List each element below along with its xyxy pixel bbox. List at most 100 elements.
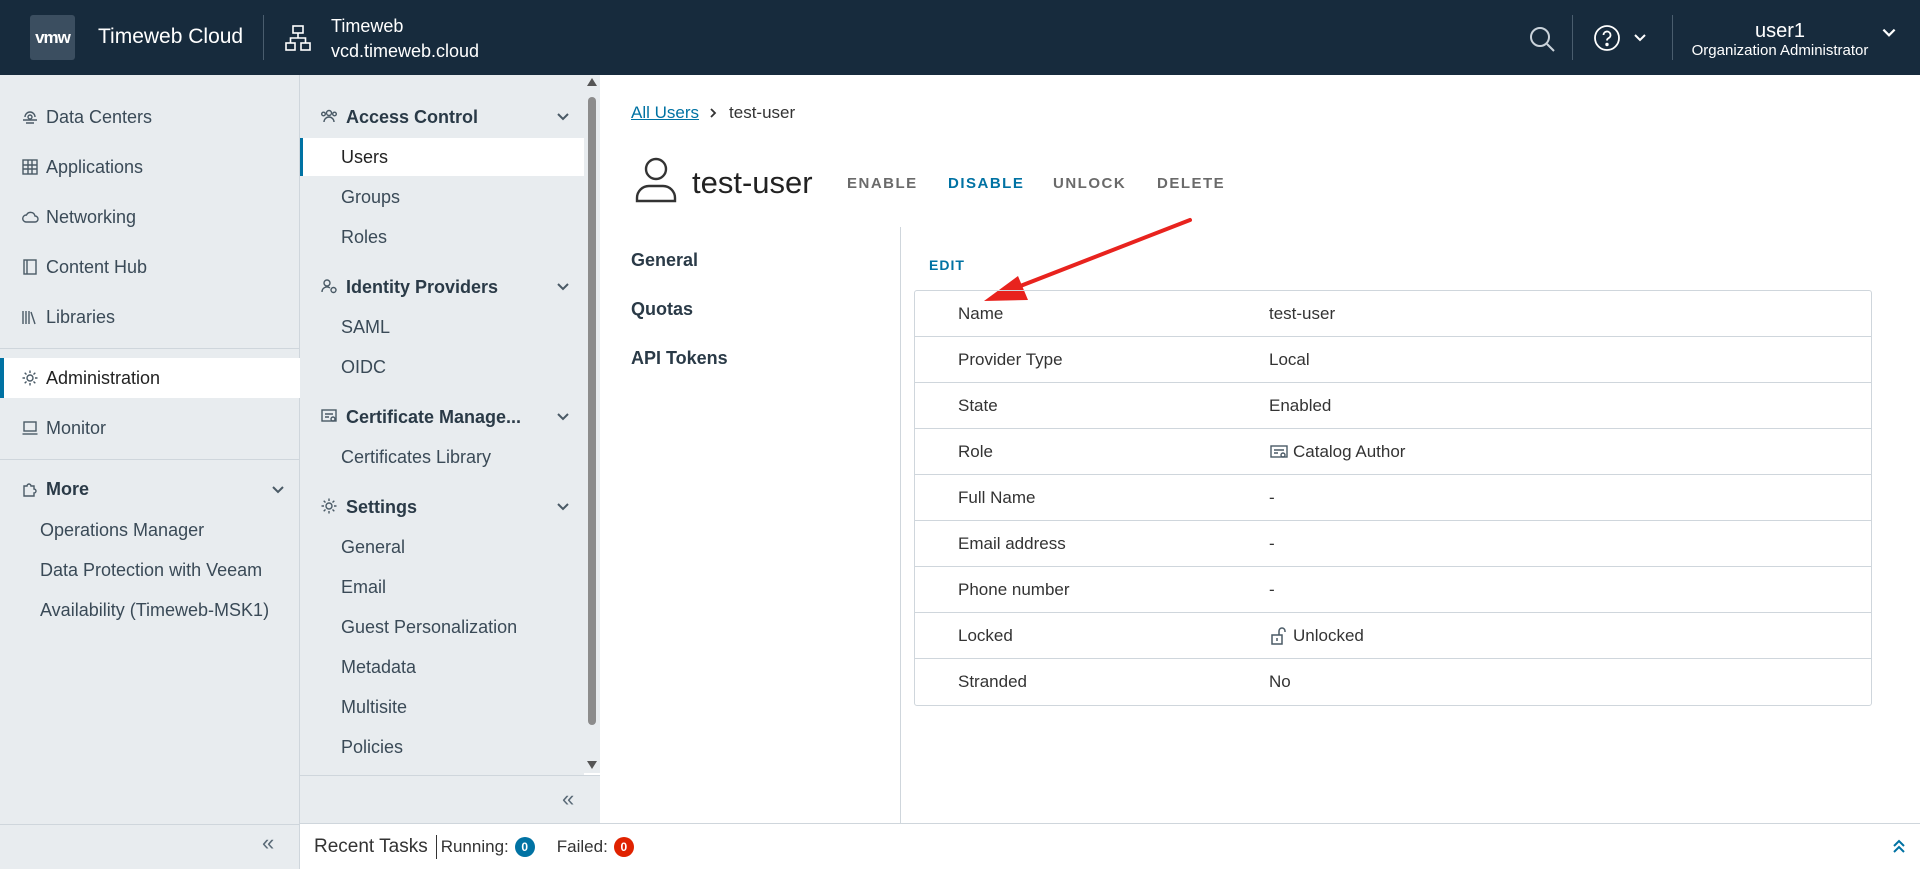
- nav-divider: [0, 348, 300, 349]
- tab-quotas[interactable]: Quotas: [631, 299, 881, 320]
- nav-item-label: Libraries: [46, 306, 116, 327]
- subnav-item-certificates-library[interactable]: Certificates Library: [300, 438, 584, 476]
- libraries-icon: [20, 307, 40, 327]
- property-row-full-name: Full Name -: [915, 475, 1871, 521]
- tab-general[interactable]: General: [631, 250, 881, 271]
- property-value: No: [1269, 672, 1291, 691]
- user-properties-grid: Name test-user Provider Type Local State…: [914, 290, 1872, 706]
- subnav-item-saml[interactable]: SAML: [300, 308, 584, 346]
- subnav-scrollbar[interactable]: [584, 75, 600, 773]
- chevron-down-icon[interactable]: [1632, 30, 1648, 46]
- failed-count-badge[interactable]: 0: [613, 836, 634, 857]
- subnav-item-groups[interactable]: Groups: [300, 178, 584, 216]
- user-menu[interactable]: user1 Organization Administrator: [1690, 20, 1870, 60]
- subnav-item-email[interactable]: Email: [300, 568, 584, 606]
- organization-name[interactable]: Timeweb vcd.timeweb.cloud: [331, 14, 479, 64]
- subnav-item-multisite[interactable]: Multisite: [300, 688, 584, 726]
- property-row-state: State Enabled: [915, 383, 1871, 429]
- nav-item-networking[interactable]: Networking: [0, 197, 300, 237]
- chevron-down-icon[interactable]: [555, 409, 571, 425]
- property-value: Catalog Author: [1269, 442, 1405, 462]
- chevron-down-icon[interactable]: [555, 499, 571, 515]
- breadcrumb-all-users[interactable]: All Users: [631, 103, 699, 123]
- user-icon: [635, 157, 677, 203]
- nav-item-libraries[interactable]: Libraries: [0, 297, 300, 337]
- edit-button[interactable]: EDIT: [929, 257, 965, 273]
- nav-more-label: More: [46, 478, 90, 499]
- unlock-button[interactable]: UNLOCK: [1053, 175, 1126, 192]
- footer-divider: [435, 834, 437, 859]
- primary-nav: Data Centers Applications Networking Con…: [0, 75, 300, 869]
- puzzle-icon: [20, 479, 40, 499]
- enable-button[interactable]: ENABLE: [847, 175, 918, 192]
- scroll-thumb[interactable]: [588, 97, 596, 725]
- property-value: -: [1269, 579, 1275, 599]
- scroll-up-icon[interactable]: [587, 78, 597, 86]
- property-key: Provider Type: [958, 349, 1063, 369]
- role-value: Catalog Author: [1293, 441, 1406, 461]
- subnav-item-guest-personalization[interactable]: Guest Personalization: [300, 608, 584, 646]
- nav-item-label: Applications: [46, 156, 144, 177]
- recent-tasks-title[interactable]: Recent Tasks: [314, 836, 428, 858]
- property-key: State: [958, 395, 998, 415]
- help-icon[interactable]: [1592, 23, 1622, 53]
- identity-provider-icon: [320, 277, 340, 297]
- collapse-nav-icon[interactable]: «: [262, 830, 274, 856]
- nav-item-monitor[interactable]: Monitor: [0, 408, 300, 448]
- subnav-item-oidc[interactable]: OIDC: [300, 348, 584, 386]
- property-row-stranded: Stranded No: [915, 659, 1871, 705]
- recent-tasks-bar[interactable]: Recent Tasks Running: 0 Failed: 0: [300, 823, 1920, 869]
- expand-up-icon[interactable]: [1890, 837, 1908, 855]
- nav-more-toggle[interactable]: More: [0, 469, 300, 509]
- scroll-down-icon[interactable]: [587, 761, 597, 769]
- chevron-down-icon[interactable]: [555, 279, 571, 295]
- property-row-locked: Locked Unlocked: [915, 613, 1871, 659]
- search-icon[interactable]: [1527, 24, 1557, 54]
- nav-item-label: Monitor: [46, 417, 107, 438]
- header-divider: [263, 15, 264, 60]
- property-row-provider-type: Provider Type Local: [915, 337, 1871, 383]
- top-header: vmw Timeweb Cloud Timeweb vcd.timeweb.cl…: [0, 0, 1920, 75]
- certificate-icon: [320, 407, 340, 427]
- running-count-badge[interactable]: 0: [514, 836, 535, 857]
- nav-more-item[interactable]: Operations Manager: [40, 512, 204, 548]
- property-value: Unlocked: [1269, 626, 1364, 646]
- applications-icon: [20, 157, 40, 177]
- disable-button[interactable]: DISABLE: [948, 175, 1024, 192]
- chevron-down-icon[interactable]: [1880, 24, 1898, 42]
- tabs-divider: [900, 227, 901, 867]
- brand-name[interactable]: Timeweb Cloud: [98, 25, 243, 49]
- delete-button[interactable]: DELETE: [1157, 175, 1225, 192]
- tab-api-tokens[interactable]: API Tokens: [631, 348, 881, 369]
- subnav-item-policies[interactable]: Policies: [300, 728, 584, 766]
- subnav-item-general[interactable]: General: [300, 528, 584, 566]
- org-host-label: vcd.timeweb.cloud: [331, 41, 480, 61]
- subnav-item-users[interactable]: Users: [300, 138, 584, 176]
- users-group-icon: [320, 107, 340, 127]
- nav-item-data-centers[interactable]: Data Centers: [0, 97, 300, 137]
- failed-label: Failed:: [556, 836, 608, 856]
- nav-item-content-hub[interactable]: Content Hub: [0, 247, 300, 287]
- gear-icon: [320, 497, 340, 517]
- chevron-down-icon[interactable]: [555, 109, 571, 125]
- subnav-item-roles[interactable]: Roles: [300, 218, 584, 256]
- property-key: Name: [958, 303, 1004, 323]
- breadcrumb: All Users test-user: [631, 103, 795, 123]
- nav-item-administration[interactable]: Administration: [0, 358, 300, 398]
- nav-divider: [0, 824, 300, 825]
- subnav-footer: «: [300, 775, 600, 823]
- nav-item-label: Networking: [46, 206, 137, 227]
- subnav-item-metadata[interactable]: Metadata: [300, 648, 584, 686]
- content-hub-icon: [20, 257, 40, 277]
- nav-item-applications[interactable]: Applications: [0, 147, 300, 187]
- cloud-icon: [20, 207, 40, 227]
- property-key: Full Name: [958, 487, 1036, 507]
- nav-more-item[interactable]: Availability (Timeweb-MSK1): [40, 592, 269, 628]
- unlock-icon: [1269, 626, 1289, 646]
- collapse-subnav-icon[interactable]: «: [562, 786, 574, 812]
- datacenter-icon: [20, 107, 40, 127]
- chevron-down-icon[interactable]: [270, 482, 286, 498]
- nav-more-item[interactable]: Data Protection with Veeam: [40, 552, 262, 588]
- property-row-name: Name test-user: [915, 291, 1871, 337]
- vmw-logo[interactable]: vmw: [30, 15, 75, 60]
